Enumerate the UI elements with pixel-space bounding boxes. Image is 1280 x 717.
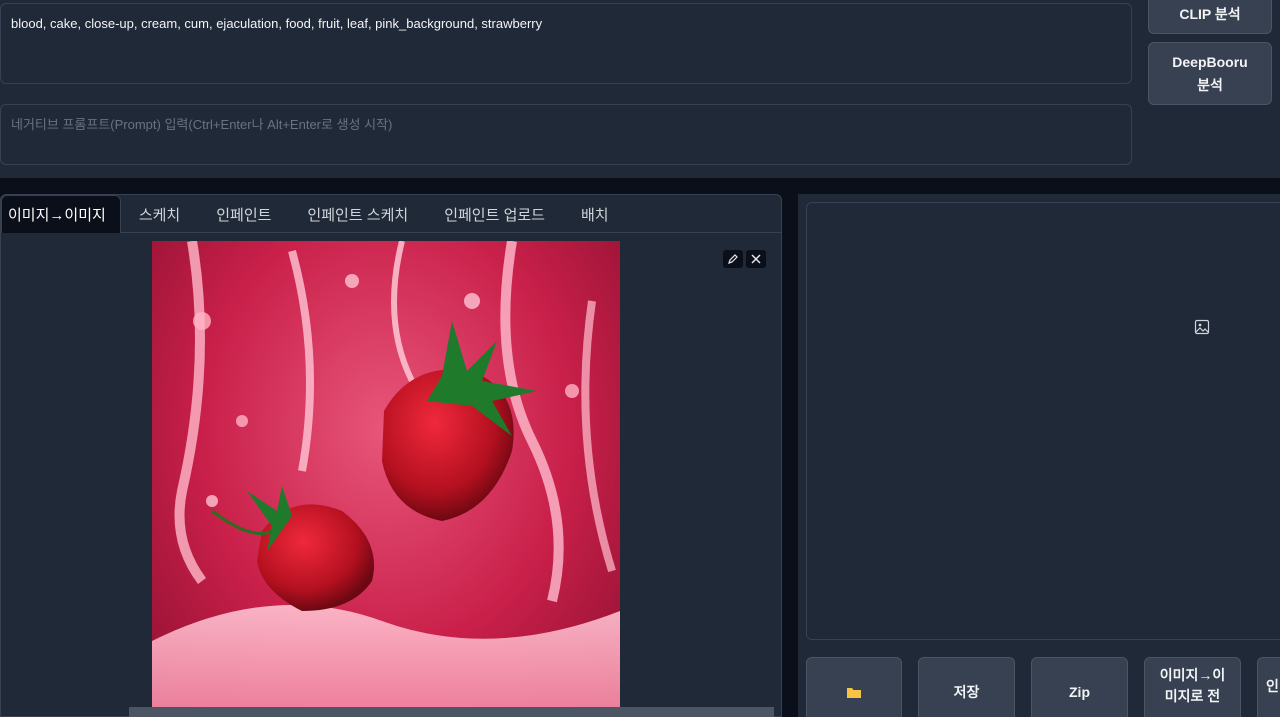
send-img2img-label-1: 이미지→이 (1159, 667, 1226, 683)
folder-icon (847, 688, 861, 698)
send-to-img2img-button[interactable]: 이미지→이 미지로 전 (1144, 657, 1241, 717)
edit-image-button[interactable] (723, 250, 743, 268)
send-to-inpaint-button[interactable]: 인 (1257, 657, 1280, 717)
strawberry-splash-image (152, 241, 620, 711)
horizontal-scrollbar[interactable] (129, 707, 774, 717)
deepbooru-label-2: 분석 (1197, 76, 1223, 93)
negative-prompt-textarea[interactable]: 네거티브 프롬프트(Prompt) 입력(Ctrl+Enter나 Alt+Ent… (0, 104, 1132, 165)
clip-interrogate-button[interactable]: CLIP 분석 (1148, 0, 1272, 34)
zip-button[interactable]: Zip (1031, 657, 1128, 717)
input-image[interactable] (152, 241, 620, 711)
tab-sketch[interactable]: 스케치 (121, 195, 198, 233)
deepbooru-label-1: DeepBooru (1172, 54, 1248, 71)
open-folder-button[interactable] (806, 657, 902, 717)
deepbooru-interrogate-button[interactable]: DeepBooru 분석 (1148, 42, 1272, 105)
close-icon (751, 254, 761, 264)
output-gallery[interactable] (806, 202, 1280, 640)
tab-inpaint[interactable]: 인페인트 (198, 195, 289, 233)
image-placeholder-icon (1194, 319, 1210, 335)
img2img-tabs: 이미지→이미지 스케치 인페인트 인페인트 스케치 인페인트 업로드 배치 (1, 195, 781, 233)
tab-inpaint-sketch[interactable]: 인페인트 스케치 (289, 195, 426, 233)
prompt-textarea[interactable]: blood, cake, close-up, cream, cum, ejacu… (0, 3, 1132, 84)
send-img2img-label-2: 미지로 전 (1164, 688, 1221, 704)
img2img-input-panel: 이미지→이미지 스케치 인페인트 인페인트 스케치 인페인트 업로드 배치 (0, 194, 782, 717)
tab-inpaint-upload[interactable]: 인페인트 업로드 (426, 195, 563, 233)
pencil-icon (728, 254, 738, 264)
save-button[interactable]: 저장 (918, 657, 1015, 717)
clear-image-button[interactable] (746, 250, 766, 268)
tab-img2img[interactable]: 이미지→이미지 (1, 195, 121, 233)
tab-batch[interactable]: 배치 (563, 195, 627, 233)
